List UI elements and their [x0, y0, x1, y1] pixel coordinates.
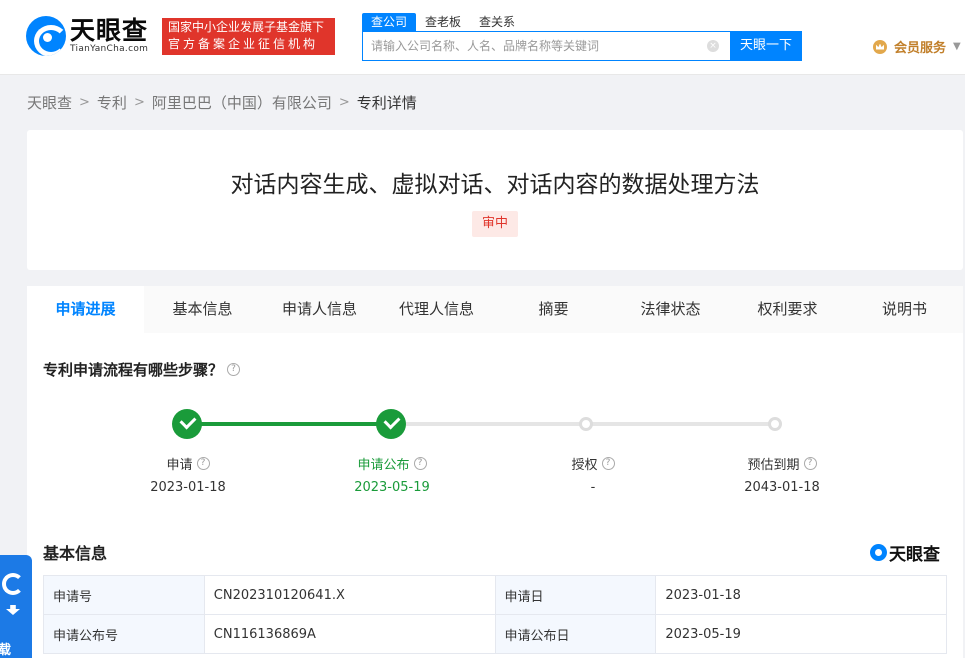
step-date: 2043-01-18: [744, 480, 820, 495]
badge-line-1: 国家中小企业发展子基金旗下: [168, 20, 325, 34]
tab-progress[interactable]: 申请进展: [27, 286, 144, 333]
search-input[interactable]: [363, 32, 707, 60]
patent-title-card: 对话内容生成、虚拟对话、对话内容的数据处理方法 审中: [27, 130, 963, 270]
chevron-right-icon: >: [338, 95, 350, 110]
table-key: 申请号: [43, 575, 205, 615]
patent-detail-card: 申请进展 基本信息 申请人信息 代理人信息 摘要 法律状态 权利要求 说明书 专…: [27, 286, 963, 658]
breadcrumb-patent[interactable]: 专利: [97, 92, 127, 113]
chevron-right-icon: >: [133, 95, 145, 110]
help-icon[interactable]: ?: [601, 457, 615, 470]
vip-service-menu[interactable]: 会员服务 ▼: [873, 37, 961, 56]
tab-legal-status[interactable]: 法律状态: [612, 286, 729, 333]
step-label: 授权: [571, 458, 598, 473]
app-download-widget[interactable]: 载: [0, 555, 32, 658]
basic-info-heading: 基本信息: [43, 544, 108, 563]
download-label: 载: [0, 643, 12, 658]
download-icon: [6, 605, 20, 615]
search-tab-relation[interactable]: 查关系: [470, 13, 524, 32]
search-tab-company[interactable]: 查公司: [362, 13, 417, 32]
search-tab-boss[interactable]: 查老板: [416, 13, 470, 32]
step-label: 预估到期: [747, 458, 800, 473]
table-value: 2023-01-18: [655, 575, 947, 615]
breadcrumb-company[interactable]: 阿里巴巴（中国）有限公司: [152, 92, 332, 113]
step-publish: 申请公布? 2023-05-19: [322, 454, 462, 495]
tab-applicant[interactable]: 申请人信息: [261, 286, 378, 333]
site-logo[interactable]: 天眼查 TianYanCha.com: [26, 16, 148, 56]
step-expiry: 预估到期? 2043-01-18: [712, 454, 852, 495]
tab-description[interactable]: 说明书: [846, 286, 963, 333]
patent-title: 对话内容生成、虚拟对话、对话内容的数据处理方法: [230, 172, 760, 198]
step-label: 申请: [166, 458, 193, 473]
search-area: 查公司 查老板 查关系 × 天眼一下: [362, 13, 802, 61]
table-value: 2023-05-19: [655, 614, 947, 654]
step-apply: 申请? 2023-01-18: [118, 454, 258, 495]
check-icon: [376, 409, 406, 439]
table-row: 申请号 CN202310120641.X 申请日 2023-01-18: [43, 575, 947, 615]
vip-service-label: 会员服务: [894, 41, 947, 56]
basic-info-table: 申请号 CN202310120641.X 申请日 2023-01-18 申请公布…: [43, 575, 947, 654]
crown-icon: [873, 39, 887, 54]
badge-line-2: 官方备案企业征信机构: [168, 37, 319, 51]
help-icon[interactable]: ?: [196, 457, 210, 470]
table-value: CN202310120641.X: [203, 575, 496, 615]
tab-basic-info[interactable]: 基本信息: [144, 286, 261, 333]
step-date: 2023-05-19: [354, 480, 430, 495]
official-badge: 国家中小企业发展子基金旗下 官方备案企业征信机构: [162, 18, 335, 55]
timeline-done-line: [187, 422, 391, 426]
tianyancha-watermark: 天眼查: [870, 540, 940, 565]
search-button[interactable]: 天眼一下: [730, 31, 802, 61]
table-value: CN116136869A: [203, 614, 496, 654]
breadcrumb: 天眼查 > 专利 > 阿里巴巴（中国）有限公司 > 专利详情: [27, 92, 417, 113]
tianyancha-logo-icon: [26, 16, 66, 56]
help-icon[interactable]: ?: [413, 457, 427, 470]
pending-node-icon: [579, 417, 593, 431]
breadcrumb-home[interactable]: 天眼查: [27, 92, 72, 113]
tianyancha-logo-icon: [870, 544, 887, 561]
help-icon[interactable]: ?: [227, 363, 241, 376]
breadcrumb-current: 专利详情: [356, 94, 417, 112]
detail-tabs: 申请进展 基本信息 申请人信息 代理人信息 摘要 法律状态 权利要求 说明书: [27, 286, 963, 333]
top-header: 天眼查 TianYanCha.com 国家中小企业发展子基金旗下 官方备案企业征…: [0, 0, 965, 75]
table-key: 申请公布号: [43, 614, 205, 654]
tab-claims[interactable]: 权利要求: [729, 286, 846, 333]
tianyancha-logo-icon: [2, 573, 24, 595]
step-date: 2023-01-18: [150, 480, 226, 495]
pending-node-icon: [768, 417, 782, 431]
tab-agent[interactable]: 代理人信息: [378, 286, 495, 333]
logo-name: 天眼查: [70, 16, 149, 45]
step-date: -: [590, 480, 596, 495]
progress-timeline: 申请? 2023-01-18 申请公布? 2023-05-19 授权? - 预估…: [27, 406, 963, 506]
clear-icon[interactable]: ×: [707, 40, 719, 52]
search-box: × 天眼一下: [362, 31, 802, 61]
chevron-down-icon: ▼: [953, 41, 961, 52]
help-icon[interactable]: ?: [803, 457, 817, 470]
progress-question: 专利申请流程有哪些步骤？ ?: [43, 359, 241, 380]
table-row: 申请公布号 CN116136869A 申请公布日 2023-05-19: [43, 614, 947, 654]
status-badge: 审中: [472, 211, 518, 237]
tab-abstract[interactable]: 摘要: [495, 286, 612, 333]
table-key: 申请公布日: [494, 614, 657, 654]
check-icon: [172, 409, 202, 439]
step-label: 申请公布: [357, 458, 410, 473]
chevron-right-icon: >: [79, 95, 90, 110]
watermark-text: 天眼查: [889, 545, 940, 565]
step-grant: 授权? -: [523, 454, 663, 495]
progress-question-text: 专利申请流程有哪些步骤？: [43, 361, 224, 379]
logo-domain: TianYanCha.com: [70, 44, 149, 54]
table-key: 申请日: [494, 575, 657, 615]
